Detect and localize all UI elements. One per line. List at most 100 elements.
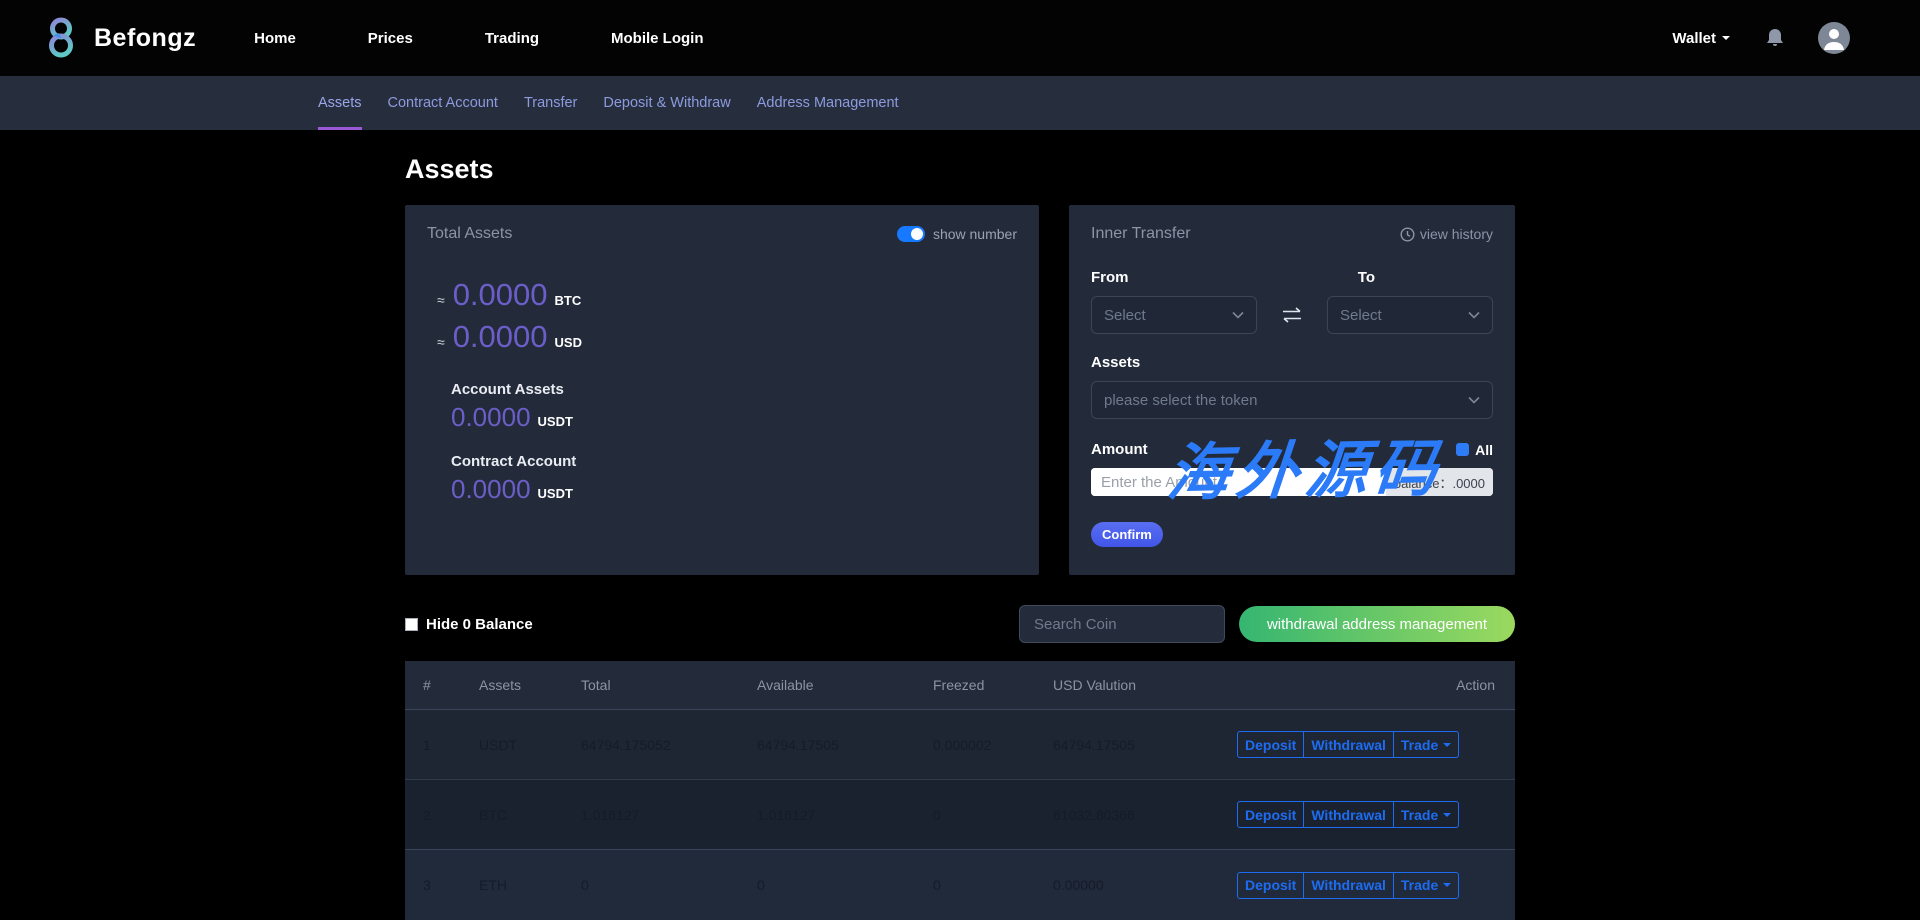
nav-trading[interactable]: Trading bbox=[485, 30, 539, 47]
total-btc-unit: BTC bbox=[554, 293, 582, 308]
show-number-toggle[interactable] bbox=[896, 226, 925, 242]
row-freezed: 0 bbox=[933, 877, 941, 893]
amount-input-group: balance：.0000 bbox=[1091, 468, 1493, 496]
hide-zero-label: Hide 0 Balance bbox=[426, 615, 533, 633]
withdrawal-button[interactable]: Withdrawal bbox=[1303, 871, 1394, 899]
deposit-button[interactable]: Deposit bbox=[1237, 731, 1305, 758]
view-history-link[interactable]: view history bbox=[1400, 226, 1493, 242]
row-usd-valution: 64794.17505 bbox=[1053, 736, 1135, 753]
row-total: 1.016127 bbox=[581, 806, 640, 823]
hide-zero-checkbox[interactable] bbox=[405, 617, 418, 631]
approx-symbol: ≈ bbox=[437, 334, 445, 350]
deposit-button[interactable]: Deposit bbox=[1237, 801, 1305, 828]
trade-label: Trade bbox=[1400, 877, 1439, 893]
brand-name[interactable]: Befongz bbox=[94, 24, 196, 53]
main-nav: Home Prices Trading Mobile Login bbox=[254, 30, 775, 47]
from-select[interactable]: Select bbox=[1091, 296, 1257, 334]
total-btc-row: ≈ 0.0000 BTC bbox=[437, 277, 1017, 313]
chevron-down-icon bbox=[1468, 396, 1480, 404]
account-assets-label: Account Assets bbox=[451, 381, 564, 398]
transfer-assets-label: Assets bbox=[1091, 354, 1141, 371]
nav-prices[interactable]: Prices bbox=[368, 30, 413, 47]
all-checkbox[interactable] bbox=[1456, 443, 1470, 456]
from-label: From bbox=[1091, 269, 1129, 286]
caret-down-icon bbox=[1722, 36, 1730, 44]
row-total: 64794.175052 bbox=[581, 736, 671, 753]
col-freezed: Freezed bbox=[933, 677, 985, 693]
search-coin-input[interactable] bbox=[1019, 605, 1225, 643]
subnav-deposit-withdraw[interactable]: Deposit & Withdraw bbox=[603, 76, 730, 130]
chevron-down-icon bbox=[1232, 311, 1244, 319]
row-index: 1 bbox=[423, 736, 431, 753]
chevron-down-icon bbox=[1468, 311, 1480, 319]
all-label: All bbox=[1475, 441, 1493, 458]
row-index: 3 bbox=[423, 877, 431, 893]
row-freezed: 0.000002 bbox=[933, 736, 992, 753]
row-usd-valution: 0.00000 bbox=[1053, 877, 1104, 893]
top-navbar: Befongz Home Prices Trading Mobile Login… bbox=[0, 0, 1920, 76]
contract-account-value: 0.0000 bbox=[451, 474, 531, 504]
amount-label: Amount bbox=[1091, 441, 1148, 458]
subnav-address-management[interactable]: Address Management bbox=[757, 76, 899, 130]
to-select[interactable]: Select bbox=[1327, 296, 1493, 334]
account-assets-row: 0.0000 USDT bbox=[451, 402, 1017, 433]
row-total: 0 bbox=[581, 877, 589, 893]
withdrawal-button[interactable]: Withdrawal bbox=[1303, 731, 1394, 758]
row-usd-valution: 61032.80366 bbox=[1053, 806, 1135, 823]
caret-down-icon bbox=[1443, 742, 1452, 751]
table-row: 3 ETH 0 0 0 0.00000 Deposit Withdrawal T… bbox=[405, 850, 1515, 920]
nav-mobile-login[interactable]: Mobile Login bbox=[611, 30, 703, 47]
row-available: 0 bbox=[757, 877, 765, 893]
row-asset: ETH bbox=[479, 877, 507, 893]
hide-zero-balance-toggle[interactable]: Hide 0 Balance bbox=[405, 616, 533, 633]
amount-input[interactable] bbox=[1091, 468, 1386, 496]
nav-home[interactable]: Home bbox=[254, 30, 296, 47]
trade-label: Trade bbox=[1400, 806, 1439, 823]
total-usd-row: ≈ 0.0000 USD bbox=[437, 319, 1017, 355]
assets-table: # Assets Total Available Freezed USD Val… bbox=[405, 661, 1515, 920]
table-row: 2 BTC 1.016127 1.016127 0 61032.80366 De… bbox=[405, 780, 1515, 850]
contract-account-label: Contract Account bbox=[451, 453, 577, 470]
deposit-button[interactable]: Deposit bbox=[1237, 871, 1305, 899]
all-toggle[interactable]: All bbox=[1456, 442, 1493, 458]
col-action: Action bbox=[1456, 677, 1495, 693]
to-select-value: Select bbox=[1340, 306, 1382, 324]
table-header-row: # Assets Total Available Freezed USD Val… bbox=[405, 661, 1515, 710]
page-title: Assets bbox=[405, 154, 494, 184]
row-asset: USDT bbox=[479, 736, 518, 753]
table-row: 1 USDT 64794.175052 64794.17505 0.000002… bbox=[405, 710, 1515, 780]
total-assets-card: Total Assets show number ≈ 0.0000 BTC ≈ … bbox=[405, 205, 1039, 575]
row-available: 64794.17505 bbox=[757, 736, 839, 753]
caret-down-icon bbox=[1443, 812, 1452, 821]
token-select-placeholder: please select the token bbox=[1104, 391, 1258, 409]
wallet-label: Wallet bbox=[1672, 29, 1716, 47]
trade-label: Trade bbox=[1400, 736, 1439, 753]
bell-icon[interactable] bbox=[1766, 28, 1784, 48]
balance-hint: balance：.0000 bbox=[1385, 468, 1493, 496]
brand-logo-icon[interactable] bbox=[42, 16, 80, 60]
subnav-transfer[interactable]: Transfer bbox=[524, 76, 577, 130]
subnav-assets[interactable]: Assets bbox=[318, 76, 362, 130]
trade-dropdown-button[interactable]: Trade bbox=[1392, 871, 1460, 899]
user-avatar[interactable] bbox=[1818, 22, 1850, 54]
total-usd-unit: USD bbox=[554, 335, 582, 350]
confirm-button[interactable]: Confirm bbox=[1091, 522, 1163, 547]
col-total: Total bbox=[581, 677, 611, 693]
subnav-contract-account[interactable]: Contract Account bbox=[388, 76, 498, 130]
col-index: # bbox=[423, 677, 431, 693]
approx-symbol: ≈ bbox=[437, 292, 445, 308]
withdrawal-button[interactable]: Withdrawal bbox=[1303, 801, 1394, 828]
withdrawal-address-management-button[interactable]: withdrawal address management bbox=[1239, 606, 1515, 642]
view-history-label: view history bbox=[1419, 226, 1493, 242]
col-usd-valution: USD Valution bbox=[1053, 677, 1137, 693]
col-assets: Assets bbox=[479, 677, 522, 693]
total-assets-header: Total Assets bbox=[427, 225, 513, 242]
trade-dropdown-button[interactable]: Trade bbox=[1392, 801, 1460, 828]
clock-icon bbox=[1400, 226, 1415, 242]
wallet-dropdown[interactable]: Wallet bbox=[1672, 30, 1730, 47]
inner-transfer-card: Inner Transfer view history From To Sele… bbox=[1069, 205, 1515, 575]
swap-direction-icon[interactable] bbox=[1277, 306, 1307, 324]
trade-dropdown-button[interactable]: Trade bbox=[1392, 731, 1460, 758]
token-select[interactable]: please select the token bbox=[1091, 381, 1493, 419]
col-available: Available bbox=[757, 677, 814, 693]
